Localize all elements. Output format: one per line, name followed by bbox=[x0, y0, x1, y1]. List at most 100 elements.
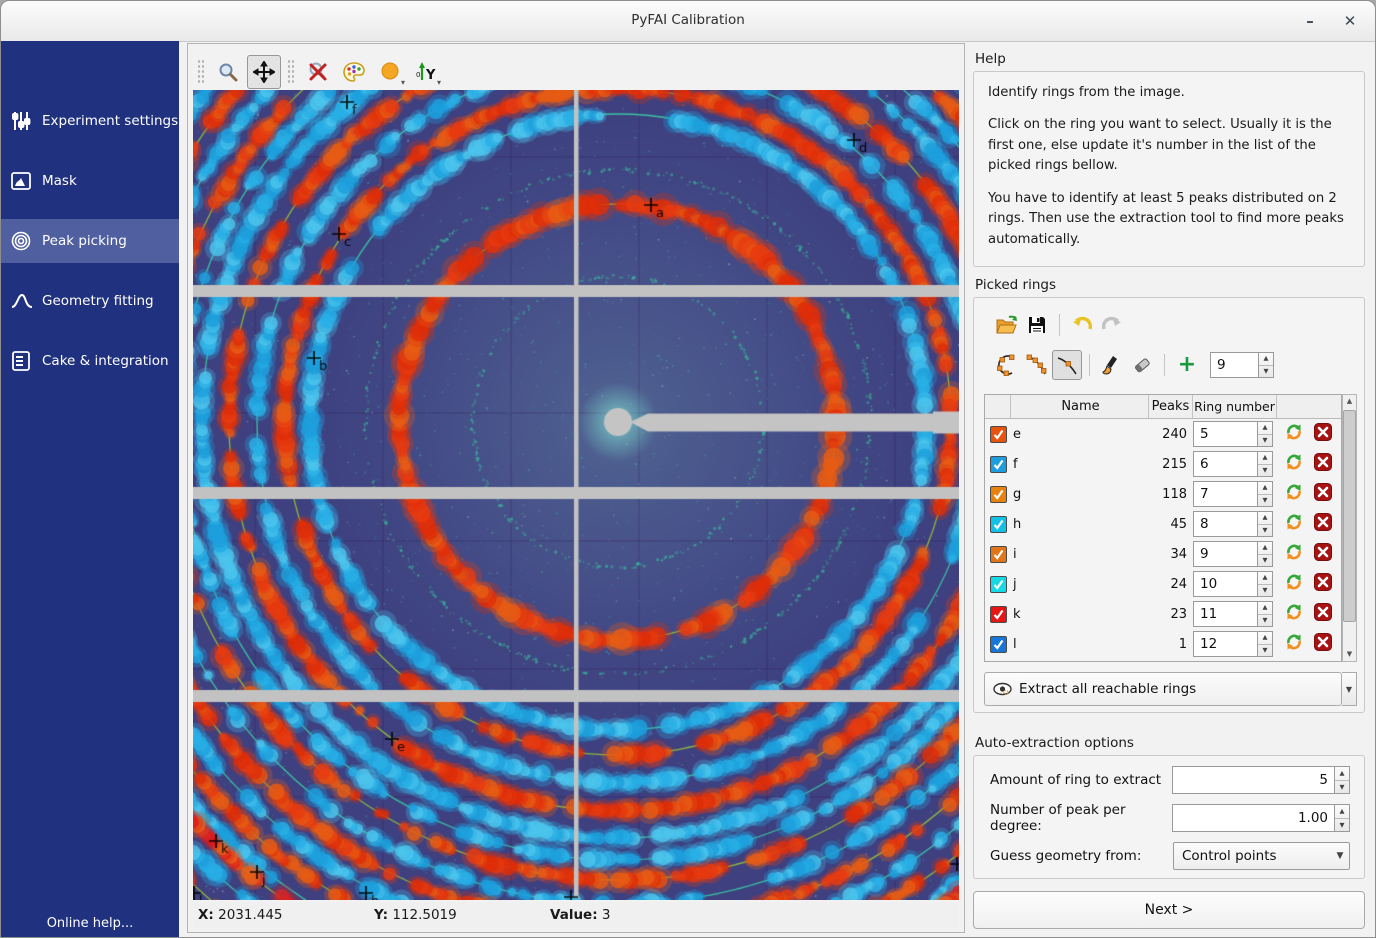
ring-number-value[interactable]: 5 bbox=[1193, 421, 1257, 447]
ring-number-value[interactable]: 7 bbox=[1193, 481, 1257, 507]
table-scrollbar[interactable]: ▲ ▼ bbox=[1342, 394, 1357, 662]
peak-tool-icon[interactable] bbox=[1052, 350, 1082, 380]
table-row[interactable]: i349▲▼ bbox=[985, 539, 1341, 569]
delete-ring-icon[interactable] bbox=[1314, 543, 1332, 565]
ring-number-value[interactable]: 8 bbox=[1193, 511, 1257, 537]
spinner-buttons[interactable]: ▲▼ bbox=[1334, 804, 1350, 832]
ring-visible-checkbox[interactable] bbox=[990, 606, 1007, 623]
spinner-buttons[interactable]: ▲▼ bbox=[1257, 631, 1273, 657]
refresh-ring-icon[interactable] bbox=[1285, 543, 1303, 565]
ring-number-value[interactable]: 10 bbox=[1193, 571, 1257, 597]
guess-geometry-combobox[interactable]: Control points▼ bbox=[1173, 842, 1350, 870]
ring-visible-checkbox[interactable] bbox=[990, 426, 1007, 443]
ring-number-spinbox[interactable]: 12▲▼ bbox=[1193, 631, 1273, 657]
sidebar-item-peak-picking[interactable]: Peak picking bbox=[1, 219, 179, 263]
refresh-ring-icon[interactable] bbox=[1285, 633, 1303, 655]
sidebar-item-geometry-fitting[interactable]: Geometry fitting bbox=[1, 279, 179, 323]
ring-tool-icon[interactable] bbox=[992, 350, 1022, 380]
sidebar-item-experiment-settings[interactable]: Experiment settings bbox=[1, 99, 179, 143]
pan-icon[interactable] bbox=[247, 55, 281, 89]
refresh-ring-icon[interactable] bbox=[1285, 483, 1303, 505]
spinner-buttons[interactable]: ▲▼ bbox=[1257, 541, 1273, 567]
ring-number-spinbox[interactable]: 8▲▼ bbox=[1193, 511, 1273, 537]
toolbar-grip[interactable] bbox=[287, 59, 295, 85]
delete-ring-icon[interactable] bbox=[1314, 483, 1332, 505]
arc-tool-icon[interactable] bbox=[1022, 350, 1052, 380]
open-icon[interactable] bbox=[992, 310, 1022, 340]
save-icon[interactable] bbox=[1022, 310, 1052, 340]
new-ring-number-value[interactable]: 9 bbox=[1210, 352, 1258, 378]
scroll-down-icon[interactable]: ▼ bbox=[1347, 648, 1352, 661]
spinner-buttons[interactable]: ▲▼ bbox=[1257, 601, 1273, 627]
delete-ring-icon[interactable] bbox=[1314, 423, 1332, 445]
spinner-buttons[interactable]: ▲▼ bbox=[1257, 511, 1273, 537]
zoom-clear-icon[interactable] bbox=[301, 55, 335, 89]
refresh-ring-icon[interactable] bbox=[1285, 453, 1303, 475]
delete-ring-icon[interactable] bbox=[1314, 573, 1332, 595]
add-peak-icon[interactable]: + bbox=[1172, 350, 1202, 380]
toolbar-grip[interactable] bbox=[197, 59, 205, 85]
ring-number-value[interactable]: 9 bbox=[1193, 541, 1257, 567]
ring-number-spinbox[interactable]: 7▲▼ bbox=[1193, 481, 1273, 507]
ring-number-value[interactable]: 6 bbox=[1193, 451, 1257, 477]
table-row[interactable]: k2311▲▼ bbox=[985, 599, 1341, 629]
ring-visible-checkbox[interactable] bbox=[990, 576, 1007, 593]
table-row[interactable]: j2410▲▼ bbox=[985, 569, 1341, 599]
next-button[interactable]: Next > bbox=[973, 891, 1365, 929]
refresh-ring-icon[interactable] bbox=[1285, 603, 1303, 625]
table-row[interactable]: g1187▲▼ bbox=[985, 479, 1341, 509]
table-row[interactable]: e2405▲▼ bbox=[985, 419, 1341, 449]
ring-number-spinbox[interactable]: 9▲▼ bbox=[1193, 541, 1273, 567]
scrollbar-thumb[interactable] bbox=[1343, 410, 1356, 622]
table-row[interactable]: f2156▲▼ bbox=[985, 449, 1341, 479]
spinner-buttons[interactable]: ▲▼ bbox=[1257, 571, 1273, 597]
delete-ring-icon[interactable] bbox=[1314, 513, 1332, 535]
peak-per-degree-spinbox[interactable]: 1.00▲▼ bbox=[1172, 804, 1350, 832]
colormap-palette-icon[interactable] bbox=[337, 55, 371, 89]
spinner-buttons[interactable]: ▲▼ bbox=[1257, 451, 1273, 477]
sidebar-item-mask[interactable]: Mask bbox=[1, 159, 179, 203]
title-bar[interactable]: PyFAI Calibration – ✕ bbox=[1, 1, 1375, 42]
redo-icon[interactable] bbox=[1097, 310, 1127, 340]
ring-visible-checkbox[interactable] bbox=[990, 516, 1007, 533]
table-row[interactable]: h458▲▼ bbox=[985, 509, 1341, 539]
diffraction-image[interactable] bbox=[193, 90, 959, 900]
table-row[interactable]: l112▲▼ bbox=[985, 629, 1341, 659]
ring-number-spinbox[interactable]: 11▲▼ bbox=[1193, 601, 1273, 627]
ring-number-value[interactable]: 12 bbox=[1193, 631, 1257, 657]
close-button[interactable]: ✕ bbox=[1337, 9, 1363, 33]
undo-icon[interactable] bbox=[1067, 310, 1097, 340]
spinner-buttons[interactable]: ▲▼ bbox=[1257, 481, 1273, 507]
extract-dropdown-button[interactable]: ▼ bbox=[1342, 672, 1357, 706]
brush-tool-icon[interactable] bbox=[1097, 350, 1127, 380]
ring-number-value[interactable]: 11 bbox=[1193, 601, 1257, 627]
ring-amount-spinbox[interactable]: 5▲▼ bbox=[1172, 766, 1350, 794]
delete-ring-icon[interactable] bbox=[1314, 633, 1332, 655]
minimize-button[interactable]: – bbox=[1297, 9, 1323, 33]
spinner-buttons[interactable]: ▲▼ bbox=[1257, 421, 1273, 447]
zoom-icon[interactable] bbox=[211, 55, 245, 89]
mask-circle-icon[interactable]: ▾ bbox=[373, 55, 407, 89]
scroll-up-icon[interactable]: ▲ bbox=[1347, 395, 1352, 408]
ring-visible-checkbox[interactable] bbox=[990, 546, 1007, 563]
delete-ring-icon[interactable] bbox=[1314, 453, 1332, 475]
eraser-tool-icon[interactable] bbox=[1127, 350, 1157, 380]
extract-rings-button[interactable]: Extract all reachable rings bbox=[984, 672, 1342, 706]
ring-visible-checkbox[interactable] bbox=[990, 636, 1007, 653]
refresh-ring-icon[interactable] bbox=[1285, 573, 1303, 595]
refresh-ring-icon[interactable] bbox=[1285, 423, 1303, 445]
online-help-link[interactable]: Online help... bbox=[1, 916, 179, 931]
ring-number-spinbox[interactable]: 5▲▼ bbox=[1193, 421, 1273, 447]
ring-number-spinbox[interactable]: 6▲▼ bbox=[1193, 451, 1273, 477]
delete-ring-icon[interactable] bbox=[1314, 603, 1332, 625]
spinner-buttons[interactable]: ▲▼ bbox=[1334, 766, 1350, 794]
ring-visible-checkbox[interactable] bbox=[990, 456, 1007, 473]
ring-number-spinbox[interactable]: 10▲▼ bbox=[1193, 571, 1273, 597]
ring-visible-checkbox[interactable] bbox=[990, 486, 1007, 503]
y-axis-orientation-icon[interactable]: Y0 ▾ bbox=[409, 55, 443, 89]
refresh-ring-icon[interactable] bbox=[1285, 513, 1303, 535]
new-ring-number-spinbox[interactable]: 9 ▲▼ bbox=[1210, 352, 1274, 378]
sidebar-item-cake-integration[interactable]: Cake & integration bbox=[1, 339, 179, 383]
spinner-buttons[interactable]: ▲▼ bbox=[1258, 352, 1274, 378]
value-label: Value: bbox=[550, 907, 598, 923]
